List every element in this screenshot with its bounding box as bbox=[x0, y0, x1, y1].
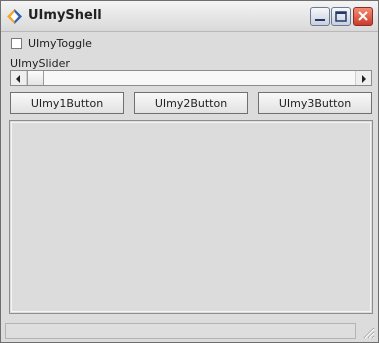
title-bar[interactable]: UImyShell bbox=[1, 1, 378, 32]
close-button[interactable] bbox=[353, 7, 373, 26]
slider-label: UImySlider bbox=[10, 57, 70, 70]
arrow-right-icon bbox=[362, 75, 366, 83]
slider-right-button[interactable] bbox=[355, 71, 371, 85]
close-icon bbox=[358, 11, 368, 21]
slider-left-button[interactable] bbox=[11, 71, 27, 85]
arrow-left-icon bbox=[16, 75, 20, 83]
content-panel bbox=[9, 120, 373, 314]
minimize-icon bbox=[315, 19, 325, 21]
toggle-label: UImyToggle bbox=[28, 37, 92, 50]
maximize-button[interactable] bbox=[331, 7, 351, 26]
app-logo-icon bbox=[7, 9, 22, 24]
toggle-control[interactable]: UImyToggle bbox=[11, 37, 92, 50]
button-1[interactable]: UImy1Button bbox=[10, 92, 124, 114]
slider-thumb[interactable] bbox=[27, 71, 44, 85]
minimize-button[interactable] bbox=[310, 7, 330, 26]
button-2[interactable]: UImy2Button bbox=[134, 92, 248, 114]
app-window: UImyShell UImyToggle UImySlider UImy1But… bbox=[0, 0, 379, 343]
maximize-icon bbox=[335, 11, 347, 22]
window-title: UImyShell bbox=[28, 8, 102, 23]
status-bar bbox=[5, 323, 356, 339]
content-panel-inner bbox=[11, 122, 371, 312]
slider-control[interactable] bbox=[10, 70, 372, 86]
button-3[interactable]: UImy3Button bbox=[258, 92, 372, 114]
toggle-checkbox[interactable] bbox=[11, 38, 22, 49]
resize-grip-icon[interactable] bbox=[361, 325, 375, 339]
